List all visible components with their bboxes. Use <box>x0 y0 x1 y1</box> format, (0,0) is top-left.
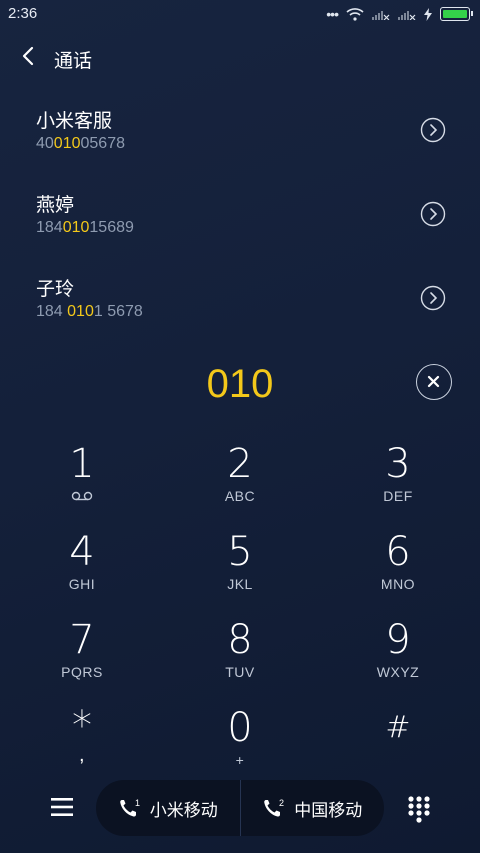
key-letters: WXYZ <box>376 664 420 680</box>
matched-digits: 010 <box>53 135 81 152</box>
more-notifications-icon: ••• <box>326 6 339 22</box>
phone-sim2-icon: 2 <box>264 798 284 817</box>
sim1-carrier-label: 小米移动 <box>149 800 218 820</box>
voicemail-icon <box>71 491 93 501</box>
contact-suggestions: 小米客服 4001005678 燕婷 18401015689 子玲 184 01… <box>0 90 480 342</box>
svg-text:1: 1 <box>135 798 140 808</box>
contact-detail-chevron-icon[interactable] <box>420 117 446 143</box>
menu-icon[interactable] <box>46 793 78 821</box>
key-letters: MNO <box>380 576 416 592</box>
key-3[interactable]: 3 DEF <box>338 440 458 524</box>
charging-icon <box>424 7 432 21</box>
key-digit: 4 <box>69 529 95 575</box>
battery-icon <box>440 7 473 21</box>
key-8[interactable]: 8 TUV <box>180 616 300 700</box>
call-sim1-button[interactable]: 1 小米移动 <box>96 780 240 836</box>
dialpad-toggle-icon[interactable] <box>404 793 434 823</box>
wifi-icon <box>346 8 364 21</box>
contact-detail-chevron-icon[interactable] <box>420 285 446 311</box>
call-sim2-button[interactable]: 2 中国移动 <box>239 780 385 836</box>
status-icons: ••• <box>326 6 473 22</box>
key-digit: 6 <box>385 529 411 575</box>
matched-digits: 010 <box>62 219 90 236</box>
key-7[interactable]: 7 PQRS <box>22 616 142 700</box>
key-5[interactable]: 5 JKL <box>180 528 300 612</box>
key-1[interactable]: 1 <box>22 440 142 524</box>
dialed-number-display: 010 <box>206 362 274 406</box>
key-2[interactable]: 2 ABC <box>180 440 300 524</box>
key-digit: 9 <box>385 617 411 663</box>
close-icon <box>427 375 440 388</box>
phone-sim1-icon: 1 <box>119 798 140 817</box>
key-digit: 1 <box>69 441 95 487</box>
sim2-carrier-label: 中国移动 <box>294 800 363 820</box>
key-letters: TUV <box>225 664 255 680</box>
key-digit: 2 <box>227 441 253 487</box>
page-title: 通话 <box>54 51 93 72</box>
key-4[interactable]: 4 GHI <box>22 528 142 612</box>
clock: 2:36 <box>8 5 38 22</box>
contact-detail-chevron-icon[interactable] <box>420 201 446 227</box>
status-bar: 2:36 ••• <box>0 0 480 28</box>
key-star[interactable]: * , <box>22 704 142 788</box>
header: 通话 <box>0 36 480 80</box>
contact-name: 小米客服 <box>36 111 113 132</box>
key-9[interactable]: 9 WXYZ <box>338 616 458 700</box>
key-digit: * <box>72 703 92 749</box>
back-arrow-icon[interactable] <box>18 44 42 68</box>
key-letters: GHI <box>68 576 96 592</box>
contact-row[interactable]: 子玲 184 0101 5678 <box>0 258 480 342</box>
delete-digit-button[interactable] <box>416 364 452 400</box>
contact-name: 子玲 <box>36 279 75 300</box>
key-6[interactable]: 6 MNO <box>338 528 458 612</box>
signal-sim1-icon <box>372 11 390 20</box>
key-0[interactable]: 0 + <box>180 704 300 788</box>
contact-number: 18401015689 <box>36 219 134 236</box>
key-digit: 3 <box>385 441 411 487</box>
contact-number: 4001005678 <box>36 135 125 152</box>
key-digit: 5 <box>227 529 253 575</box>
key-letters: JKL <box>227 576 253 592</box>
contact-row[interactable]: 小米客服 4001005678 <box>0 90 480 174</box>
key-hash[interactable]: # <box>338 704 458 788</box>
sim-call-buttons: 1 小米移动 2 中国移动 <box>96 780 384 836</box>
svg-text:2: 2 <box>279 798 284 808</box>
key-digit: 8 <box>227 617 253 663</box>
contact-name: 燕婷 <box>36 195 75 216</box>
key-letters: + <box>235 752 245 768</box>
key-digit: 0 <box>227 705 253 751</box>
key-digit: 7 <box>69 617 95 663</box>
signal-sim2-icon <box>398 11 416 20</box>
key-digit: # <box>385 710 411 745</box>
contact-row[interactable]: 燕婷 18401015689 <box>0 174 480 258</box>
key-letters: DEF <box>383 488 413 504</box>
key-letters: , <box>78 744 86 766</box>
matched-digits: 010 <box>67 303 94 320</box>
key-letters: PQRS <box>61 664 103 680</box>
contact-number: 184 0101 5678 <box>36 303 143 320</box>
key-letters: ABC <box>224 488 256 504</box>
